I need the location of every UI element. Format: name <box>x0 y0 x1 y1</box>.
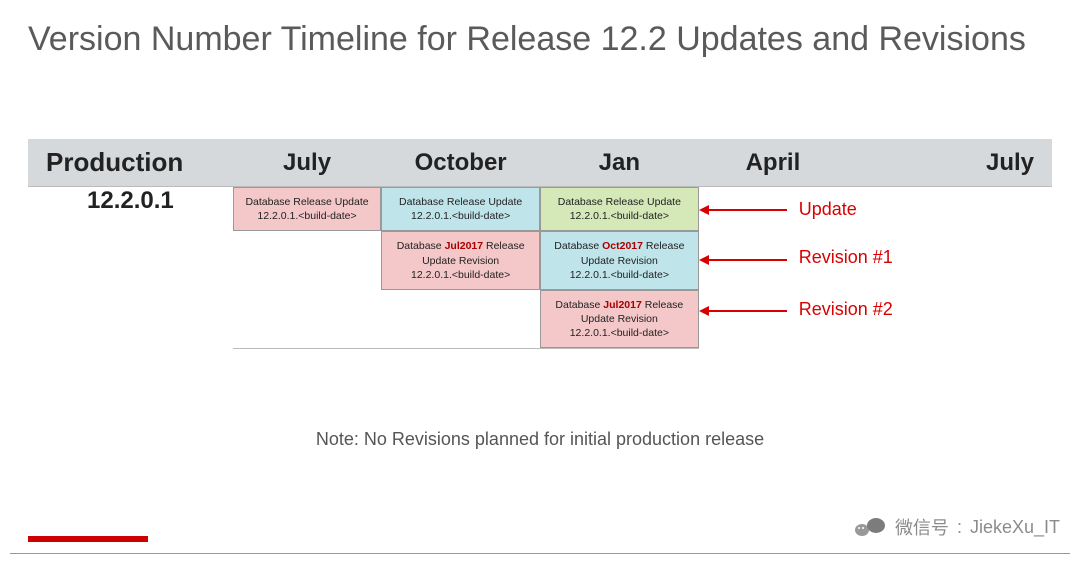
col-production: Production <box>28 139 233 187</box>
watermark: 微信号: JiekeXu_IT <box>855 514 1060 540</box>
cell-jan-revision1: Database Oct2017 Release Update Revision… <box>540 231 699 290</box>
cell-jan-revision2: Database Jul2017 Release Update Revision… <box>540 290 699 349</box>
arrow-revision2 <box>707 310 787 312</box>
cell-jan-update: Database Release Update 12.2.0.1.<build-… <box>540 187 699 231</box>
brand-red-bar <box>28 536 148 542</box>
table-header-row: Production July October Jan April July <box>28 139 1052 187</box>
watermark-label-id: JiekeXu_IT <box>970 517 1060 538</box>
arrow-revision1 <box>707 259 787 261</box>
col-april: April <box>699 139 847 187</box>
watermark-label-cn: 微信号 <box>895 514 949 540</box>
version-label: 12.2.0.1 <box>28 187 233 349</box>
labels-column: Update Revision #1 Revision #2 <box>699 187 1052 349</box>
cell-july-update: Database Release Update 12.2.0.1.<build-… <box>233 187 381 231</box>
wechat-icon <box>855 514 887 540</box>
cell-oct-update: Database Release Update 12.2.0.1.<build-… <box>381 187 540 231</box>
page-title: Version Number Timeline for Release 12.2… <box>28 20 1052 59</box>
bottom-divider <box>10 553 1070 554</box>
footer-note: Note: No Revisions planned for initial p… <box>28 429 1052 450</box>
label-revision1: Revision #1 <box>699 231 1052 283</box>
cell-oct-revision: Database Jul2017 Release Update Revision… <box>381 231 540 290</box>
col-july2: July <box>847 139 1052 187</box>
col-jan: Jan <box>540 139 699 187</box>
col-july: July <box>233 139 381 187</box>
col-october: October <box>381 139 540 187</box>
timeline-table: Production July October Jan April July 1… <box>28 139 1052 349</box>
arrow-update <box>707 209 787 211</box>
row-update: 12.2.0.1 Database Release Update 12.2.0.… <box>28 187 1052 232</box>
label-revision2: Revision #2 <box>699 283 1052 335</box>
